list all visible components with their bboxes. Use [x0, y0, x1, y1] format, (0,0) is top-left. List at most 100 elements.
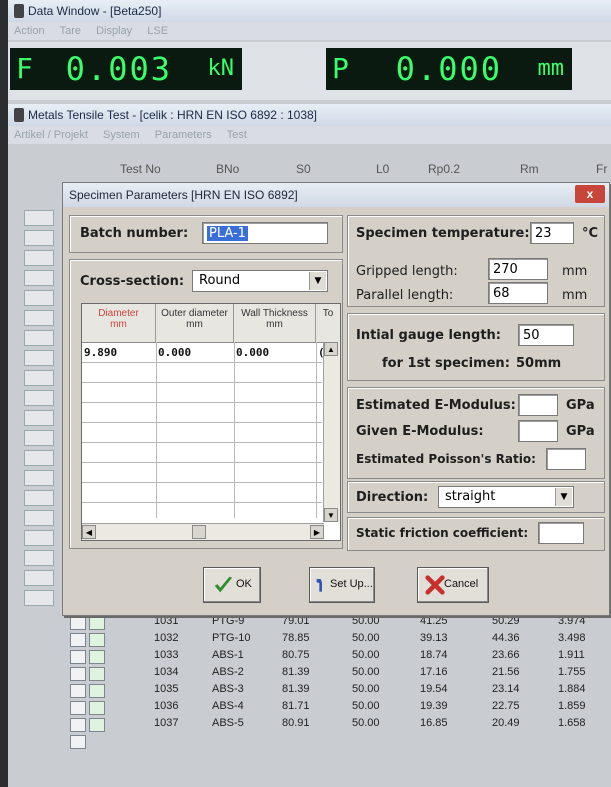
table-row[interactable]: 1033 ABS-1 80.75 50.00 18.74 23.66 1.911: [68, 649, 608, 681]
menu-lse[interactable]: LSE: [147, 25, 168, 37]
grid-cell-diameter[interactable]: 9.890: [84, 346, 117, 359]
grid-divider: [234, 342, 235, 518]
scroll-thumb[interactable]: [192, 525, 206, 539]
specimen-parameters-dialog: Specimen Parameters [HRN EN ISO 6892] x …: [62, 182, 610, 616]
gauge-length-input[interactable]: 50: [518, 324, 574, 346]
scroll-up-icon[interactable]: ▲: [324, 342, 338, 356]
row-selector[interactable]: [24, 250, 54, 266]
batch-number-input[interactable]: PLA-1: [202, 222, 328, 244]
given-modulus-input[interactable]: [518, 420, 558, 442]
cell-rm: 21.56: [492, 666, 520, 678]
row-selector[interactable]: [24, 290, 54, 306]
test-window-titlebar: Metals Tensile Test - [celik : HRN EN IS…: [8, 104, 611, 126]
table-row[interactable]: 1032 PTG-10 78.85 50.00 39.13 44.36 3.49…: [68, 632, 608, 664]
menu-test[interactable]: Test: [227, 129, 247, 141]
col-test-no[interactable]: Test No: [120, 162, 161, 176]
horizontal-scrollbar[interactable]: ◀ ▶: [82, 523, 324, 540]
cross-section-select[interactable]: Round ▼: [192, 270, 328, 292]
row-selector[interactable]: [24, 570, 54, 586]
row-selector[interactable]: [24, 390, 54, 406]
scroll-left-icon[interactable]: ◀: [82, 525, 96, 539]
table-row[interactable]: 1037 ABS-5 80.91 50.00 16.85 20.49 1.658: [68, 717, 608, 749]
menu-display[interactable]: Display: [96, 25, 132, 37]
chevron-down-icon[interactable]: ▼: [555, 488, 572, 506]
estimated-modulus-label: Estimated E-Modulus:: [356, 398, 516, 413]
row-selector[interactable]: [24, 330, 54, 346]
col-rm[interactable]: Rm: [520, 162, 539, 176]
cancel-button[interactable]: Cancel: [417, 567, 489, 603]
menu-action[interactable]: Action: [14, 25, 45, 37]
poisson-ratio-input[interactable]: [546, 448, 586, 470]
menu-artikel[interactable]: Artikel / Projekt: [14, 129, 88, 141]
row-selector[interactable]: [24, 590, 54, 606]
row-selector[interactable]: [24, 350, 54, 366]
grid-col-diameter[interactable]: Diameter mm: [82, 304, 156, 342]
cross-section-value: Round: [199, 273, 241, 288]
row-checkboxes[interactable]: [70, 667, 126, 698]
row-selector[interactable]: [24, 530, 54, 546]
grid-col-to[interactable]: To: [316, 304, 340, 342]
table-row[interactable]: 1036 ABS-4 81.71 50.00 19.39 22.75 1.859: [68, 700, 608, 732]
temperature-input[interactable]: 23: [530, 222, 574, 244]
scroll-right-icon[interactable]: ▶: [310, 525, 324, 539]
col-l0[interactable]: L0: [376, 162, 389, 176]
row-checkboxes[interactable]: [70, 616, 126, 647]
table-row[interactable]: 1034 ABS-2 81.39 50.00 17.16 21.56 1.755: [68, 666, 608, 698]
position-display: P 0.000 mm: [326, 48, 572, 90]
direction-select[interactable]: straight ▼: [438, 486, 574, 508]
grid-cell-wall-thickness[interactable]: 0.000: [236, 346, 269, 359]
row-selector[interactable]: [24, 470, 54, 486]
dimensions-grid[interactable]: Diameter mm Outer diameter mm Wall Thick…: [81, 303, 341, 541]
cell-s0: 81.71: [282, 700, 310, 712]
parallel-length-label: Parallel length:: [356, 288, 454, 303]
grid-col-unit: mm: [266, 319, 283, 330]
table-row[interactable]: 1031 PTG-9 79.01 50.00 41.25 50.29 3.974: [68, 615, 608, 647]
row-selector[interactable]: [24, 370, 54, 386]
friction-input[interactable]: [538, 522, 584, 544]
setup-button[interactable]: Set Up...: [309, 567, 375, 603]
row-selector[interactable]: [24, 310, 54, 326]
row-selector[interactable]: [24, 490, 54, 506]
row-selector[interactable]: [24, 430, 54, 446]
chevron-down-icon[interactable]: ▼: [309, 272, 326, 290]
col-fr[interactable]: Fr: [596, 162, 607, 176]
cell-l0: 50.00: [352, 683, 380, 695]
ok-button[interactable]: OK: [203, 567, 261, 603]
estimated-modulus-input[interactable]: [518, 394, 558, 416]
row-selector[interactable]: [24, 410, 54, 426]
app-icon: [14, 108, 24, 122]
row-selector[interactable]: [24, 510, 54, 526]
grid-col-outer-diameter[interactable]: Outer diameter mm: [156, 304, 234, 342]
table-row[interactable]: 1035 ABS-3 81.39 50.00 19.54 23.14 1.884: [68, 683, 608, 715]
menu-system[interactable]: System: [103, 129, 140, 141]
row-checkboxes[interactable]: [70, 701, 126, 732]
grid-divider: [82, 482, 322, 483]
row-selector[interactable]: [24, 210, 54, 226]
row-selector[interactable]: [24, 270, 54, 286]
scroll-down-icon[interactable]: ▼: [324, 508, 338, 522]
cell-rm: 50.29: [492, 615, 520, 627]
grid-cell-outer-diameter[interactable]: 0.000: [158, 346, 191, 359]
row-checkboxes[interactable]: [70, 684, 126, 715]
col-bno[interactable]: BNo: [216, 162, 239, 176]
col-rp02[interactable]: Rp0.2: [428, 162, 460, 176]
row-checkboxes[interactable]: [70, 633, 126, 664]
row-checkboxes[interactable]: [70, 718, 126, 749]
col-s0[interactable]: S0: [296, 162, 311, 176]
gripped-length-input[interactable]: 270: [488, 258, 548, 280]
row-selector[interactable]: [24, 230, 54, 246]
vertical-scrollbar[interactable]: ▲ ▼: [323, 342, 340, 522]
row-selector[interactable]: [24, 550, 54, 566]
row-checkboxes[interactable]: [70, 650, 126, 681]
dialog-title: Specimen Parameters [HRN EN ISO 6892]: [69, 188, 298, 202]
given-modulus-label: Given E-Modulus:: [356, 424, 484, 439]
parallel-length-input[interactable]: 68: [488, 282, 548, 304]
close-button[interactable]: x: [575, 185, 605, 203]
grid-header: Diameter mm Outer diameter mm Wall Thick…: [82, 304, 340, 343]
cell-fr: 3.974: [558, 615, 586, 627]
menu-tare[interactable]: Tare: [60, 25, 81, 37]
menu-parameters[interactable]: Parameters: [155, 129, 212, 141]
direction-group: Direction: straight ▼: [347, 481, 605, 513]
grid-col-wall-thickness[interactable]: Wall Thickness mm: [234, 304, 316, 342]
row-selector[interactable]: [24, 450, 54, 466]
